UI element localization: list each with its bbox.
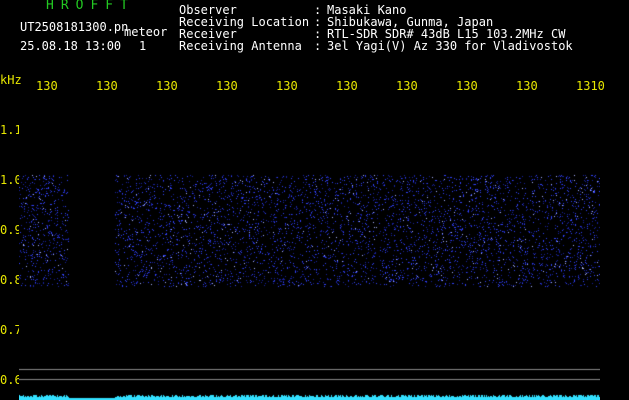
app-title: HROFFT xyxy=(46,0,135,13)
x-tick-label: 130 xyxy=(336,79,358,93)
antenna-value: 3el Yagi(V) Az 330 for Vladivostok xyxy=(327,39,573,53)
x-tick-label: 130 xyxy=(456,79,478,93)
x-tick-label: 130 xyxy=(156,79,178,93)
filename: UT2508181300.pn xyxy=(20,20,129,34)
event-count: 1 xyxy=(139,39,147,53)
x-tick-label: 130 xyxy=(276,79,298,93)
x-tick-label: 130 xyxy=(396,79,418,93)
antenna-separator: : xyxy=(314,39,322,53)
event-label: meteor xyxy=(124,25,168,39)
spectrogram-canvas xyxy=(19,95,600,400)
antenna-key: Receiving Antenna xyxy=(179,39,302,53)
x-tick-label: 1310 xyxy=(576,79,605,93)
x-tick-label: 130 xyxy=(216,79,238,93)
y-axis-unit: kHz xyxy=(0,73,22,87)
spectrogram-plot xyxy=(19,95,600,400)
x-tick-label: 130 xyxy=(36,79,58,93)
x-tick-label: 130 xyxy=(516,79,538,93)
datetime: 25.08.18 13:00 xyxy=(20,39,122,53)
x-tick-label: 130 xyxy=(96,79,118,93)
